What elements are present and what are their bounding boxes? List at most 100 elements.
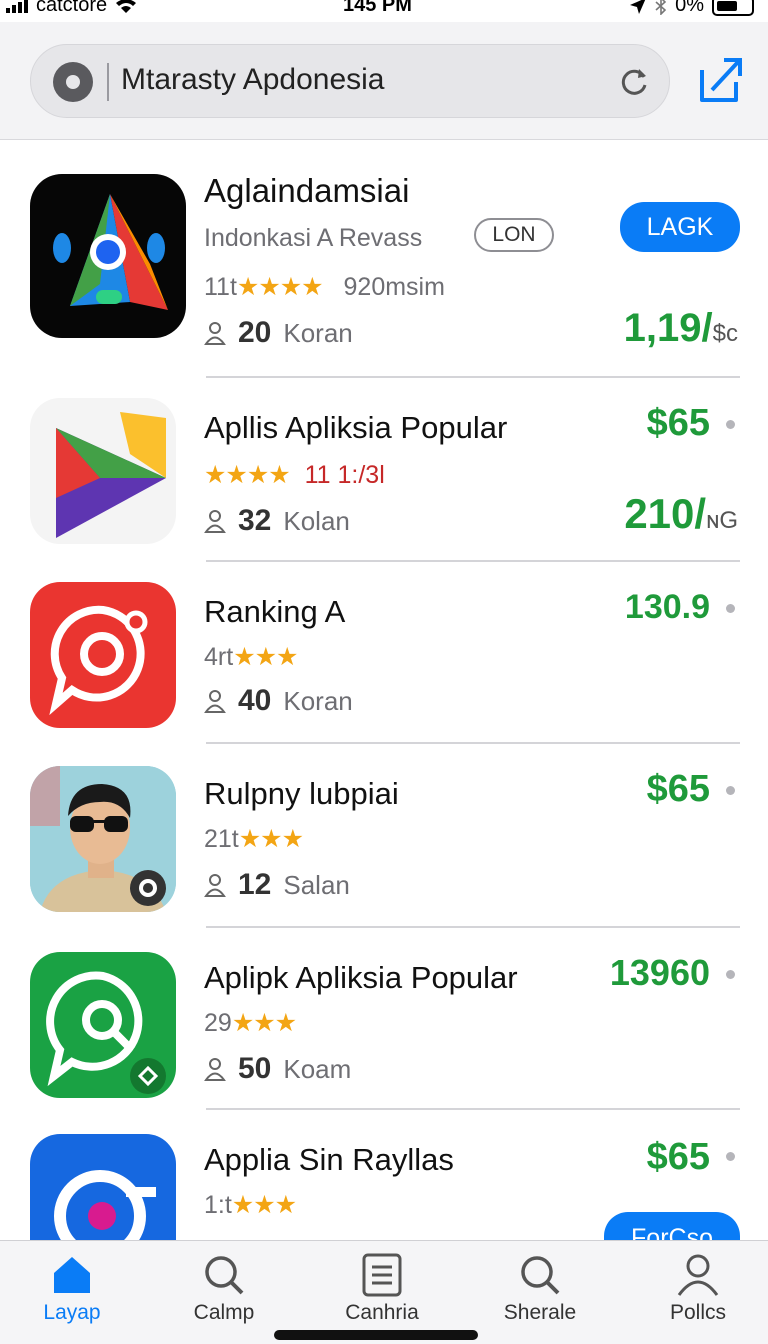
rating-count: 21t	[204, 825, 239, 853]
app-icon-5	[30, 952, 176, 1098]
user-icon	[204, 690, 226, 713]
divider	[206, 926, 740, 928]
reload-icon[interactable]	[617, 65, 651, 99]
share-icon[interactable]	[694, 54, 746, 106]
price: $65	[646, 1136, 710, 1178]
get-button[interactable]: LAGK	[620, 202, 740, 252]
price: 13960	[609, 952, 710, 993]
bluetooth-icon	[655, 0, 667, 15]
app-subtitle: Indonkasi A Revass	[204, 224, 423, 252]
home-indicator[interactable]	[274, 1330, 478, 1340]
search-input[interactable]	[121, 63, 601, 97]
home-icon	[54, 1257, 90, 1293]
app-rating: 11t★★★★ 920msim	[204, 272, 445, 302]
app-name: Ranking A	[204, 594, 346, 629]
search-box[interactable]	[30, 44, 670, 118]
divider	[206, 1108, 740, 1110]
avatar-photo-icon	[30, 766, 176, 912]
more-dot[interactable]	[726, 1152, 735, 1161]
top-bar	[0, 22, 768, 140]
app-name: Applia Sin Rayllas	[204, 1142, 454, 1177]
app-icon-3	[30, 582, 176, 728]
user-count-label: Koam	[283, 1053, 352, 1084]
camera-chat-icon	[49, 605, 148, 716]
rating-count: 11t	[204, 273, 237, 301]
tab-label: Canhria	[345, 1301, 419, 1324]
tab-search[interactable]: Calmp	[164, 1253, 284, 1325]
battery-percent: 0%	[675, 0, 704, 16]
app-rating: 21t★★★	[204, 824, 304, 854]
tab-profile[interactable]: Pollcs	[638, 1253, 758, 1325]
tab-search-2[interactable]: Sherale	[480, 1253, 600, 1325]
rating-extra: 11 1:/3l	[304, 461, 385, 489]
site-icon	[53, 62, 93, 102]
user-count-label: Salan	[283, 869, 350, 900]
price: $65	[646, 402, 710, 444]
more-dot[interactable]	[726, 970, 735, 979]
star-rating: ★★★	[231, 1191, 297, 1219]
app-name: Aglaindamsiai	[204, 172, 410, 209]
more-dot[interactable]	[726, 786, 735, 795]
app-meta: 20 Koran	[204, 316, 353, 350]
app-name: Apllis Apliksia Popular	[204, 410, 508, 445]
user-count: 12	[238, 868, 272, 901]
rating-count: 1:t	[204, 1191, 232, 1219]
app-meta: 50 Koam	[204, 1052, 351, 1086]
rating-count: 29	[204, 1009, 232, 1037]
user-count: 20	[238, 316, 272, 349]
battery-icon	[712, 0, 754, 16]
search-separator	[107, 63, 109, 101]
user-icon	[204, 510, 226, 533]
clock: 145 PM	[343, 0, 412, 16]
status-right: 0%	[629, 0, 754, 17]
signal-icon	[6, 0, 28, 13]
app-meta: 12 Salan	[204, 868, 350, 902]
rating-count: 4rt	[204, 643, 234, 671]
triangle-logo-icon	[53, 194, 168, 310]
tab-bar: Layap Calmp Canhria Sherale Pollcs	[0, 1240, 768, 1344]
price-secondary: 210/ɴG	[624, 490, 738, 538]
tab-label: Layap	[43, 1301, 101, 1324]
app-rating: 4rt★★★	[204, 642, 298, 672]
status-bar: catctore 145 PM 0%	[0, 0, 768, 22]
app-rating: 29★★★	[204, 1008, 297, 1038]
price-unit: $c	[712, 320, 738, 347]
user-count: 50	[238, 1052, 272, 1085]
app-rating: ★★★★ 11 1:/3l	[204, 460, 385, 490]
search-icon	[521, 1256, 560, 1295]
star-rating: ★★★★	[204, 461, 291, 489]
rating-extra: 920msim	[343, 273, 445, 301]
price: 130.9	[624, 588, 710, 626]
price: 1,19/$c	[624, 306, 738, 351]
tab-label: Pollcs	[669, 1301, 727, 1324]
app-name: Aplipk Apliksia Popular	[204, 960, 518, 995]
user-count-label: Koran	[283, 317, 353, 348]
star-rating: ★★★	[233, 643, 298, 671]
app-icon-2	[30, 398, 176, 544]
tab-label: Calmp	[193, 1301, 255, 1324]
user-icon	[204, 322, 226, 345]
price-value: 210/	[624, 490, 707, 537]
carrier-label: catctore	[36, 0, 108, 16]
wifi-icon	[116, 0, 137, 13]
user-count: 40	[238, 684, 272, 717]
app-rating: 1:t★★★	[204, 1190, 297, 1220]
tab-list[interactable]: Canhria	[322, 1253, 442, 1325]
app-icon-4	[30, 766, 176, 912]
star-rating: ★★★★	[236, 273, 324, 301]
more-dot[interactable]	[726, 604, 735, 613]
app-tag: LON	[474, 218, 554, 252]
tab-label: Sherale	[503, 1301, 577, 1324]
app-icon-1	[30, 174, 186, 338]
list-icon	[362, 1253, 402, 1297]
tab-home[interactable]: Layap	[12, 1253, 132, 1325]
play-logo-icon	[56, 412, 166, 538]
more-dot[interactable]	[726, 420, 735, 429]
user-count-label: Koran	[283, 685, 353, 716]
divider	[206, 560, 740, 562]
search-icon	[205, 1256, 244, 1295]
app-meta: 40 Koran	[204, 684, 353, 718]
status-left: catctore	[6, 0, 137, 17]
divider	[206, 742, 740, 744]
location-arrow-icon	[630, 0, 645, 14]
